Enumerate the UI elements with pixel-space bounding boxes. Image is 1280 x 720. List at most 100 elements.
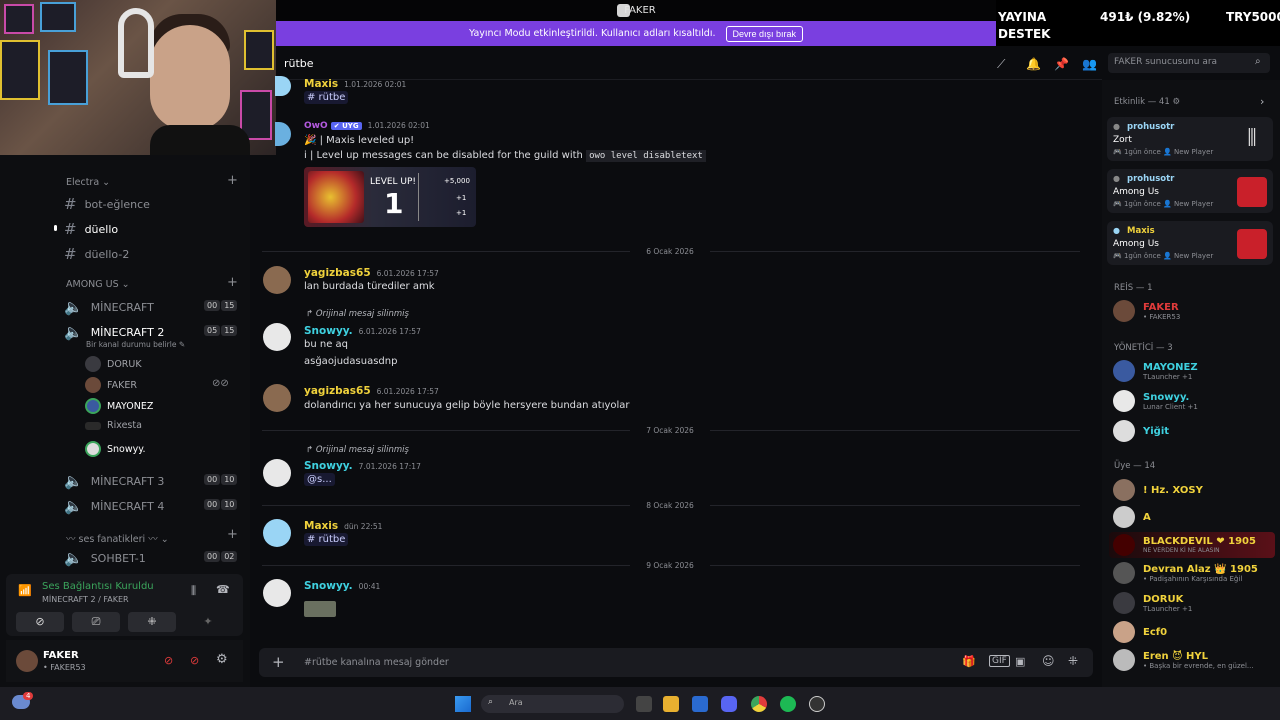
- category-electra[interactable]: Electra ⌄: [66, 177, 110, 188]
- member-item[interactable]: ! Hz. XOSY: [1113, 479, 1203, 501]
- user-name: FAKER: [43, 650, 79, 661]
- soundboard-button[interactable]: ✦: [184, 612, 232, 632]
- mic-muted-icon[interactable]: ⊘: [164, 654, 173, 667]
- threads-icon[interactable]: ⟋: [997, 57, 1005, 72]
- speaker-icon: 🔈: [64, 472, 83, 490]
- donation-overlay: YAYINA DESTEK 491₺ (9.82%) TRY5000: [996, 0, 1280, 46]
- add-channel-icon[interactable]: +: [227, 527, 238, 542]
- emoji-icon[interactable]: ☺: [1042, 654, 1055, 668]
- member-item[interactable]: Devran Alaz 👑 1905 • Padişahının Karşısın…: [1113, 562, 1258, 584]
- category-among-us[interactable]: AMONG US ⌄: [66, 279, 130, 290]
- avatar[interactable]: [275, 122, 291, 146]
- store-icon[interactable]: [692, 696, 708, 712]
- spotify-icon[interactable]: [780, 696, 796, 712]
- member-item[interactable]: MAYONEZ TLauncher +1: [1113, 360, 1198, 382]
- overlay-target: TRY5000: [1226, 10, 1280, 24]
- message-author[interactable]: Snowyy. 6.01.2026 17:57: [304, 325, 421, 337]
- avatar[interactable]: [263, 266, 291, 294]
- pin-icon[interactable]: 📌: [1054, 57, 1069, 71]
- voice-status[interactable]: Ses Bağlantısı Kuruldu: [42, 581, 154, 592]
- reward-crate: +1: [456, 209, 467, 217]
- voice-member[interactable]: DORUK: [85, 356, 142, 372]
- add-channel-icon[interactable]: +: [227, 275, 238, 290]
- avatar[interactable]: [275, 76, 291, 96]
- message-author[interactable]: Snowyy. 7.01.2026 17:17: [304, 460, 421, 472]
- camera-off-button[interactable]: ⊘: [16, 612, 64, 632]
- discord-taskbar-icon[interactable]: [721, 696, 737, 712]
- avatar[interactable]: [263, 519, 291, 547]
- disable-streamer-mode-button[interactable]: Devre dışı bırak: [725, 25, 804, 42]
- voice-channel-minecraft-3[interactable]: 🔈 MİNECRAFT 3: [64, 472, 164, 490]
- disconnect-icon[interactable]: ☎: [216, 583, 230, 596]
- date-label: 7 Ocak 2026: [630, 426, 710, 435]
- file-explorer-icon[interactable]: [663, 696, 679, 712]
- message-author[interactable]: Maxis dün 22:51: [304, 520, 382, 532]
- activity-card[interactable]: ● Maxis Among Us 🎮 1gün önce 👤 New Playe…: [1107, 221, 1273, 265]
- channel-status[interactable]: Bir kanal durumu belirle ✎: [86, 340, 185, 349]
- avatar[interactable]: [263, 579, 291, 607]
- reply-reference[interactable]: ↱ Orijinal mesaj silinmiş: [306, 309, 409, 319]
- member-item[interactable]: DORUK TLauncher +1: [1113, 592, 1192, 614]
- search-input[interactable]: FAKER sunucusunu ara: [1108, 53, 1270, 73]
- gift-icon[interactable]: 🎁: [962, 655, 976, 668]
- add-channel-icon[interactable]: +: [227, 173, 238, 188]
- voice-channel-sohbet-1[interactable]: 🔈 SOHBET-1: [64, 549, 146, 567]
- banner-text: Yayıncı Modu etkinleştirildi. Kullanıcı …: [468, 28, 716, 39]
- avatar[interactable]: [263, 384, 291, 412]
- voice-member[interactable]: Snowyy.: [85, 441, 146, 457]
- notification-bell-icon[interactable]: 🔔: [1026, 57, 1041, 71]
- deafened-icon[interactable]: ⊘: [190, 654, 199, 667]
- activities-button[interactable]: ⁜: [128, 612, 176, 632]
- member-item[interactable]: FAKER • FAKER53: [1113, 300, 1180, 322]
- activity-card[interactable]: ● prohusotr Among Us 🎮 1gün önce 👤 New P…: [1107, 169, 1273, 213]
- message-input[interactable]: #rütbe kanalına mesaj gönder: [304, 657, 449, 668]
- gif-icon[interactable]: GIF: [989, 655, 1010, 667]
- apps-icon[interactable]: ⁜: [1068, 654, 1078, 668]
- avatar[interactable]: [16, 650, 38, 672]
- voice-member[interactable]: MAYONEZ: [85, 398, 153, 414]
- unread-indicator: [54, 225, 57, 231]
- message-author[interactable]: Maxis 1.01.2026 02:01: [304, 78, 406, 90]
- member-item[interactable]: Snowyy. Lunar Client +1: [1113, 390, 1198, 412]
- activity-card[interactable]: ● prohusotr Zort 🎮 1gün önce 👤 New Playe…: [1107, 117, 1273, 161]
- message-author[interactable]: yagizbas65 6.01.2026 17:57: [304, 267, 439, 279]
- channel-duello[interactable]: # düello: [64, 220, 118, 238]
- message-author[interactable]: yagizbas65 6.01.2026 17:57: [304, 385, 439, 397]
- activity-header[interactable]: Etkinlik — 41 ⚙: [1114, 97, 1180, 107]
- message-author[interactable]: Snowyy. 00:41: [304, 580, 380, 592]
- voice-channel-minecraft[interactable]: 🔈 MİNECRAFT: [64, 298, 154, 316]
- noise-suppression-icon[interactable]: ⫼: [191, 584, 196, 598]
- reply-reference[interactable]: ↱ Orijinal mesaj silinmiş: [306, 445, 409, 455]
- channel-bot-eglence[interactable]: # bot-eğlence: [64, 195, 150, 213]
- avatar: [1113, 360, 1135, 382]
- category-ses-fanatikleri[interactable]: 〰 ses fanatikleri 〰 ⌄: [66, 531, 169, 545]
- taskbar-search[interactable]: Ara: [481, 695, 624, 713]
- chrome-icon[interactable]: [751, 696, 767, 712]
- image-attachment[interactable]: [304, 601, 336, 617]
- member-list-icon[interactable]: 👥: [1082, 57, 1097, 71]
- channel-duello-2[interactable]: # düello-2: [64, 245, 129, 263]
- member-item[interactable]: Eren 😈 HYL • Başka bir evrende, en güzel.…: [1113, 649, 1254, 671]
- voice-member[interactable]: Rixesta: [85, 420, 142, 431]
- date-label: 9 Ocak 2026: [630, 561, 710, 570]
- start-button[interactable]: [455, 696, 471, 712]
- member-item[interactable]: A: [1113, 506, 1151, 528]
- among-us-thumbnail: [1237, 177, 1267, 207]
- settings-gear-icon[interactable]: ⚙: [216, 652, 228, 667]
- avatar[interactable]: [263, 459, 291, 487]
- voice-channel-minecraft-4[interactable]: 🔈 MİNECRAFT 4: [64, 497, 164, 515]
- steam-icon[interactable]: [809, 696, 825, 712]
- add-attachment-icon[interactable]: +: [272, 653, 285, 671]
- member-item[interactable]: Yiğit: [1113, 420, 1169, 442]
- member-item[interactable]: Ecf0: [1113, 621, 1167, 643]
- channel-title: rütbe: [284, 57, 314, 70]
- voice-member[interactable]: FAKER: [85, 377, 137, 393]
- task-view-icon[interactable]: [636, 696, 652, 712]
- voice-channel-minecraft-2[interactable]: 🔈 MİNECRAFT 2: [64, 323, 164, 341]
- sticker-icon[interactable]: ▣: [1015, 655, 1025, 668]
- member-item[interactable]: BLACKDEVIL ❤ 1905 NE VERDEN Kİ NE ALASIN: [1113, 534, 1256, 556]
- message-author[interactable]: OwO ✔ UYG 1.01.2026 02:01: [304, 121, 430, 131]
- screen-share-button[interactable]: ⎚: [72, 612, 120, 632]
- avatar[interactable]: [263, 323, 291, 351]
- chevron-right-icon[interactable]: ›: [1260, 95, 1264, 108]
